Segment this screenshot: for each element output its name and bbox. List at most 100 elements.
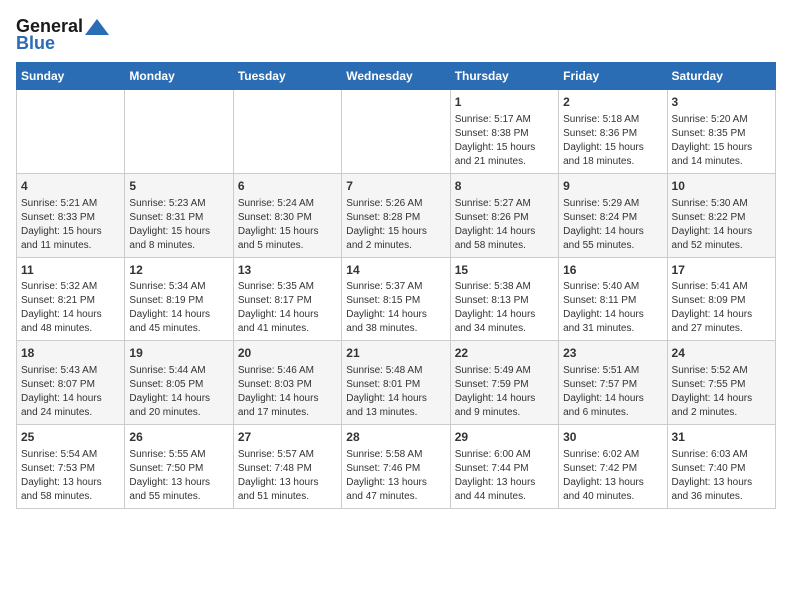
calendar-cell: 17Sunrise: 5:41 AM Sunset: 8:09 PM Dayli… <box>667 257 775 341</box>
calendar-cell: 24 Sunrise: 5:52 AM Sunset: 7:55 PM Dayli… <box>667 341 775 425</box>
page-header: General Blue <box>16 16 776 54</box>
calendar-table: SundayMondayTuesdayWednesdayThursdayFrid… <box>16 62 776 509</box>
day-number: 10 <box>672 178 771 195</box>
day-number: 17 <box>672 262 771 279</box>
day-number: 21 <box>346 345 445 362</box>
calendar-cell: 9 Sunrise: 5:29 AM Sunset: 8:24 PM Daylig… <box>559 173 667 257</box>
day-info: Sunrise: 5:35 AM Sunset: 8:17 PM Dayligh… <box>238 280 337 336</box>
calendar-header-monday: Monday <box>125 63 233 90</box>
calendar-cell: 7Sunrise: 5:26 AM Sunset: 8:28 PM Daylig… <box>342 173 450 257</box>
day-info: Sunrise: 5:34 AM Sunset: 8:19 PM Dayligh… <box>129 280 228 336</box>
day-info: Sunrise: 6:00 AM Sunset: 7:44 PM Dayligh… <box>455 448 554 504</box>
day-info: Sunrise: 5:51 AM Sunset: 7:57 PM Dayligh… <box>563 364 662 420</box>
day-number: 28 <box>346 429 445 446</box>
day-number: 31 <box>672 429 771 446</box>
calendar-cell: 28 Sunrise: 5:58 AM Sunset: 7:46 PM Dayli… <box>342 425 450 509</box>
day-number: 14 <box>346 262 445 279</box>
day-number: 12 <box>129 262 228 279</box>
day-number: 4 <box>21 178 120 195</box>
day-info: Sunrise: 5:57 AM Sunset: 7:48 PM Dayligh… <box>238 448 337 504</box>
logo-icon <box>83 17 111 37</box>
day-number: 25 <box>21 429 120 446</box>
calendar-cell <box>17 90 125 174</box>
day-number: 1 <box>455 94 554 111</box>
day-info: Sunrise: 5:32 AM Sunset: 8:21 PM Dayligh… <box>21 280 120 336</box>
calendar-cell: 4 Sunrise: 5:21 AM Sunset: 8:33 PM Daylig… <box>17 173 125 257</box>
day-info: Sunrise: 5:23 AM Sunset: 8:31 PM Dayligh… <box>129 197 228 253</box>
day-number: 6 <box>238 178 337 195</box>
day-info: Sunrise: 5:21 AM Sunset: 8:33 PM Dayligh… <box>21 197 120 253</box>
calendar-cell <box>233 90 341 174</box>
calendar-header-sunday: Sunday <box>17 63 125 90</box>
day-number: 19 <box>129 345 228 362</box>
calendar-cell: 31 Sunrise: 6:03 AM Sunset: 7:40 PM Dayli… <box>667 425 775 509</box>
calendar-week-row: 18Sunrise: 5:43 AM Sunset: 8:07 PM Dayli… <box>17 341 776 425</box>
calendar-header-row: SundayMondayTuesdayWednesdayThursdayFrid… <box>17 63 776 90</box>
calendar-cell: 10 Sunrise: 5:30 AM Sunset: 8:22 PM Dayli… <box>667 173 775 257</box>
day-number: 8 <box>455 178 554 195</box>
day-info: Sunrise: 6:03 AM Sunset: 7:40 PM Dayligh… <box>672 448 771 504</box>
day-info: Sunrise: 5:20 AM Sunset: 8:35 PM Dayligh… <box>672 113 771 169</box>
calendar-cell <box>125 90 233 174</box>
day-info: Sunrise: 5:29 AM Sunset: 8:24 PM Dayligh… <box>563 197 662 253</box>
calendar-cell: 2 Sunrise: 5:18 AM Sunset: 8:36 PM Daylig… <box>559 90 667 174</box>
day-number: 20 <box>238 345 337 362</box>
day-info: Sunrise: 5:30 AM Sunset: 8:22 PM Dayligh… <box>672 197 771 253</box>
day-info: Sunrise: 5:44 AM Sunset: 8:05 PM Dayligh… <box>129 364 228 420</box>
day-info: Sunrise: 5:18 AM Sunset: 8:36 PM Dayligh… <box>563 113 662 169</box>
day-info: Sunrise: 5:17 AM Sunset: 8:38 PM Dayligh… <box>455 113 554 169</box>
day-info: Sunrise: 5:48 AM Sunset: 8:01 PM Dayligh… <box>346 364 445 420</box>
calendar-cell: 27 Sunrise: 5:57 AM Sunset: 7:48 PM Dayli… <box>233 425 341 509</box>
day-info: Sunrise: 5:24 AM Sunset: 8:30 PM Dayligh… <box>238 197 337 253</box>
calendar-cell: 6 Sunrise: 5:24 AM Sunset: 8:30 PM Daylig… <box>233 173 341 257</box>
day-number: 13 <box>238 262 337 279</box>
day-info: Sunrise: 5:46 AM Sunset: 8:03 PM Dayligh… <box>238 364 337 420</box>
calendar-cell: 5Sunrise: 5:23 AM Sunset: 8:31 PM Daylig… <box>125 173 233 257</box>
calendar-cell: 14Sunrise: 5:37 AM Sunset: 8:15 PM Dayli… <box>342 257 450 341</box>
day-info: Sunrise: 6:02 AM Sunset: 7:42 PM Dayligh… <box>563 448 662 504</box>
day-number: 9 <box>563 178 662 195</box>
day-number: 23 <box>563 345 662 362</box>
calendar-cell: 29 Sunrise: 6:00 AM Sunset: 7:44 PM Dayli… <box>450 425 558 509</box>
calendar-cell: 23 Sunrise: 5:51 AM Sunset: 7:57 PM Dayli… <box>559 341 667 425</box>
calendar-header-saturday: Saturday <box>667 63 775 90</box>
calendar-header-friday: Friday <box>559 63 667 90</box>
calendar-cell: 12Sunrise: 5:34 AM Sunset: 8:19 PM Dayli… <box>125 257 233 341</box>
day-info: Sunrise: 5:49 AM Sunset: 7:59 PM Dayligh… <box>455 364 554 420</box>
day-number: 2 <box>563 94 662 111</box>
day-number: 26 <box>129 429 228 446</box>
day-number: 18 <box>21 345 120 362</box>
day-number: 27 <box>238 429 337 446</box>
day-number: 29 <box>455 429 554 446</box>
calendar-cell: 8Sunrise: 5:27 AM Sunset: 8:26 PM Daylig… <box>450 173 558 257</box>
calendar-cell: 18Sunrise: 5:43 AM Sunset: 8:07 PM Dayli… <box>17 341 125 425</box>
logo-blue-text: Blue <box>16 33 55 54</box>
calendar-header-wednesday: Wednesday <box>342 63 450 90</box>
calendar-cell: 22Sunrise: 5:49 AM Sunset: 7:59 PM Dayli… <box>450 341 558 425</box>
day-number: 16 <box>563 262 662 279</box>
day-number: 7 <box>346 178 445 195</box>
calendar-cell: 1 Sunrise: 5:17 AM Sunset: 8:38 PM Daylig… <box>450 90 558 174</box>
day-info: Sunrise: 5:38 AM Sunset: 8:13 PM Dayligh… <box>455 280 554 336</box>
logo: General Blue <box>16 16 111 54</box>
day-number: 15 <box>455 262 554 279</box>
day-number: 24 <box>672 345 771 362</box>
calendar-cell: 19 Sunrise: 5:44 AM Sunset: 8:05 PM Dayli… <box>125 341 233 425</box>
calendar-week-row: 11Sunrise: 5:32 AM Sunset: 8:21 PM Dayli… <box>17 257 776 341</box>
calendar-header-thursday: Thursday <box>450 63 558 90</box>
calendar-cell: 21 Sunrise: 5:48 AM Sunset: 8:01 PM Dayli… <box>342 341 450 425</box>
day-info: Sunrise: 5:52 AM Sunset: 7:55 PM Dayligh… <box>672 364 771 420</box>
day-info: Sunrise: 5:54 AM Sunset: 7:53 PM Dayligh… <box>21 448 120 504</box>
day-number: 11 <box>21 262 120 279</box>
day-info: Sunrise: 5:40 AM Sunset: 8:11 PM Dayligh… <box>563 280 662 336</box>
calendar-cell: 11Sunrise: 5:32 AM Sunset: 8:21 PM Dayli… <box>17 257 125 341</box>
calendar-cell: 25 Sunrise: 5:54 AM Sunset: 7:53 PM Dayli… <box>17 425 125 509</box>
day-info: Sunrise: 5:37 AM Sunset: 8:15 PM Dayligh… <box>346 280 445 336</box>
calendar-cell: 3 Sunrise: 5:20 AM Sunset: 8:35 PM Daylig… <box>667 90 775 174</box>
day-info: Sunrise: 5:58 AM Sunset: 7:46 PM Dayligh… <box>346 448 445 504</box>
day-number: 30 <box>563 429 662 446</box>
day-number: 3 <box>672 94 771 111</box>
calendar-cell: 20 Sunrise: 5:46 AM Sunset: 8:03 PM Dayli… <box>233 341 341 425</box>
calendar-cell: 13Sunrise: 5:35 AM Sunset: 8:17 PM Dayli… <box>233 257 341 341</box>
calendar-header-tuesday: Tuesday <box>233 63 341 90</box>
